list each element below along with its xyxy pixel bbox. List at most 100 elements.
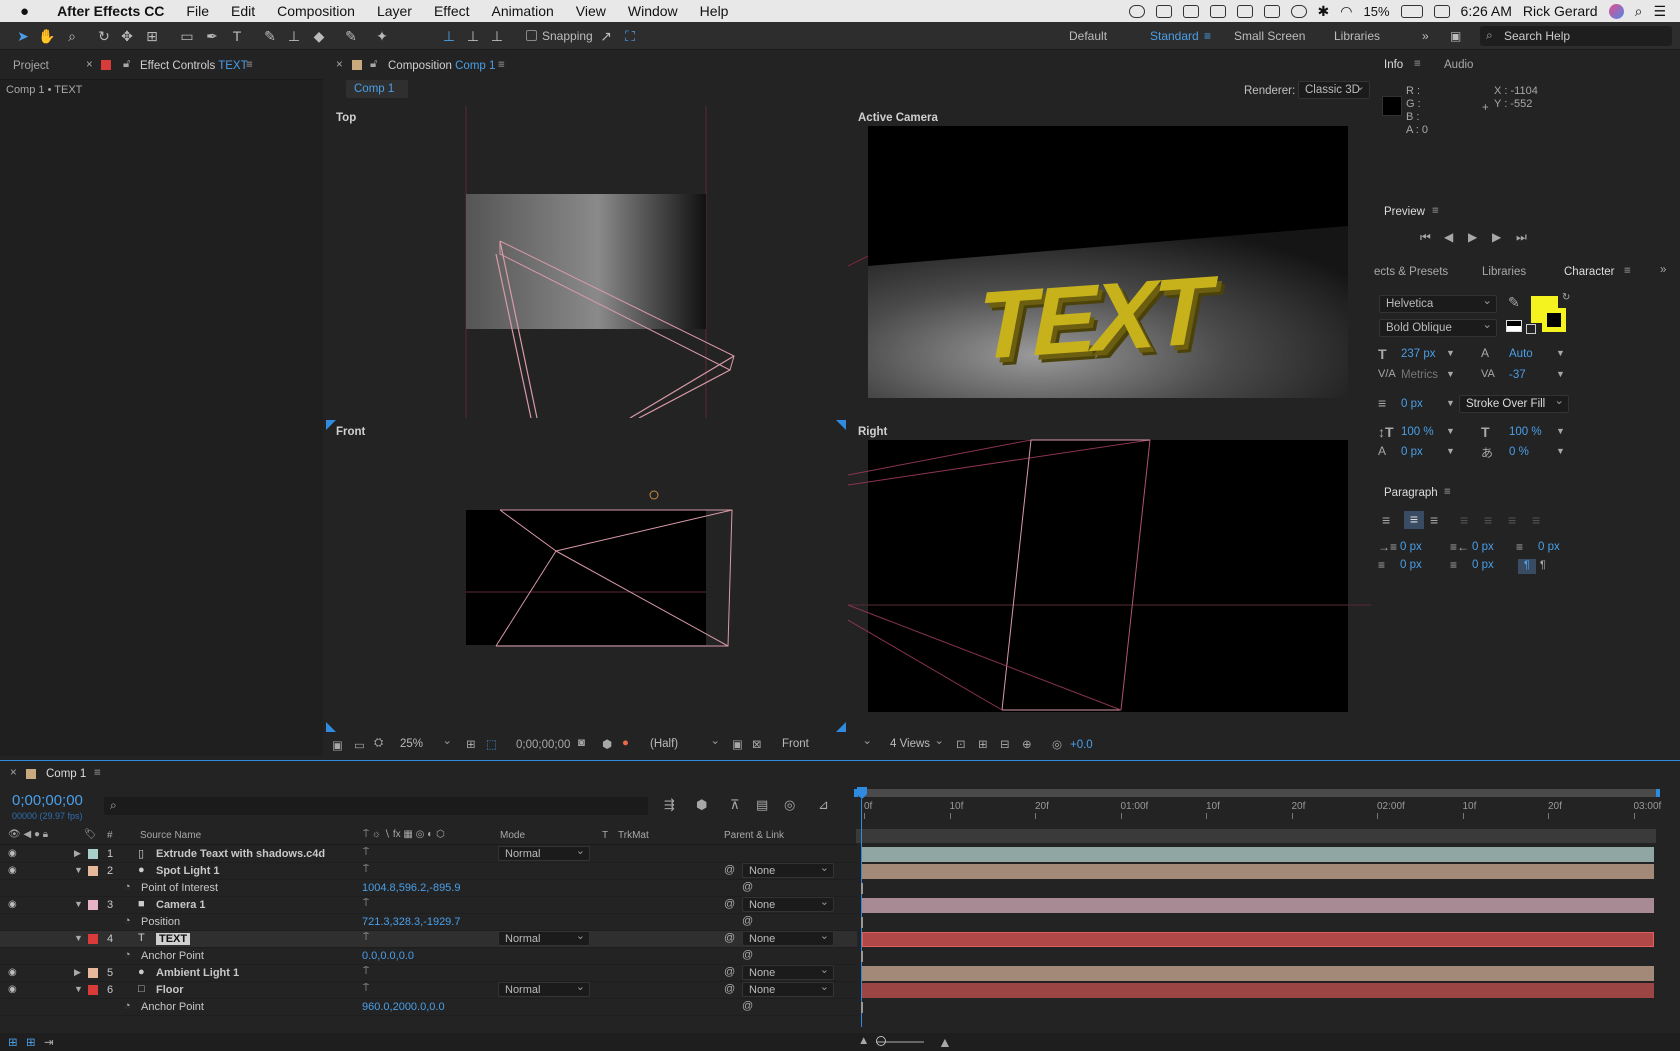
current-time[interactable]: 0;00;00;00 [516, 739, 570, 751]
unified-camera-tool-icon[interactable]: ✥ [118, 27, 136, 45]
play-icon[interactable]: ▶︎ [1468, 230, 1477, 244]
leading-dropdown-icon[interactable]: ▼ [1556, 348, 1565, 358]
panel-menu-icon[interactable]: ≡ [94, 767, 101, 779]
panel-menu-icon[interactable]: ≡ [246, 59, 253, 71]
tracking-dropdown-icon[interactable]: ▼ [1556, 369, 1565, 379]
eye-icon[interactable]: ◉ [8, 967, 17, 978]
keyframe-marker[interactable] [861, 1002, 863, 1013]
sync-settings-icon[interactable]: ▣ [1450, 29, 1461, 43]
baseline-shift-dropdown-icon[interactable]: ▼ [1446, 446, 1455, 456]
work-area-bar[interactable] [854, 789, 1660, 797]
display-icon[interactable] [1263, 4, 1280, 18]
workspace-standard[interactable]: Standard [1150, 29, 1199, 43]
more-workspaces-icon[interactable]: » [1422, 29, 1429, 43]
layer-switches-toggle-icon[interactable]: ⊞ [8, 1035, 18, 1049]
snap-icon[interactable]: ↗ [597, 27, 615, 45]
status-app-icon[interactable] [1182, 4, 1199, 18]
label-color[interactable] [88, 849, 98, 859]
align-left-icon[interactable]: ≡ [1382, 512, 1390, 528]
expand-triangle-icon[interactable]: ▶ [74, 967, 81, 978]
menu-view[interactable]: View [576, 3, 606, 19]
space-after-value[interactable]: 0 px [1472, 559, 1494, 571]
switches[interactable]: ⍑ [363, 898, 369, 909]
label-color[interactable] [88, 866, 98, 876]
status-app-icon[interactable] [1209, 4, 1226, 18]
graph-editor-icon[interactable]: ⊿ [818, 797, 829, 813]
tsume-value[interactable]: 0 % [1509, 446, 1529, 458]
time-navigator[interactable] [856, 829, 1656, 843]
expression-pickwhip-icon[interactable]: @ [742, 881, 753, 893]
clock[interactable]: 6:26 AM [1461, 3, 1512, 19]
layer-duration-bar[interactable] [862, 847, 1654, 862]
layer-row[interactable]: ◉ ▶ 1 ▯ Extrude Teaxt with shadows.c4d ⍑ Norma… [0, 845, 857, 863]
stopwatch-icon[interactable]: ◔ [124, 915, 131, 927]
panel-menu-icon[interactable]: ≡ [1444, 486, 1451, 498]
tab-paragraph[interactable]: Paragraph [1384, 487, 1438, 499]
menu-effect[interactable]: Effect [434, 3, 470, 19]
stroke-color-swatch[interactable] [1542, 308, 1566, 332]
label-color[interactable] [88, 985, 98, 995]
keyframe-marker[interactable] [861, 883, 863, 894]
layer-name[interactable]: Spot Light 1 [156, 865, 220, 877]
tab-project[interactable]: Project [13, 60, 49, 72]
menu-composition[interactable]: Composition [277, 3, 355, 19]
magnification-dropdown[interactable]: 25% [394, 734, 456, 754]
layer-search-input[interactable]: ⌕ [104, 797, 648, 815]
creative-cloud-icon[interactable] [1128, 4, 1145, 18]
tab-character[interactable]: Character [1564, 266, 1615, 278]
tab-effect-controls[interactable]: Effect Controls TEXT [140, 60, 248, 72]
reset-exposure-icon[interactable]: ◎ [1052, 737, 1062, 751]
eye-icon[interactable]: ◉ [8, 899, 17, 910]
font-size-value[interactable]: 237 px [1401, 348, 1436, 360]
workspace-small-screen[interactable]: Small Screen [1234, 29, 1305, 43]
menu-help[interactable]: Help [700, 3, 729, 19]
apple-icon[interactable]: ● [20, 3, 29, 20]
close-icon[interactable]: × [86, 59, 93, 71]
mode-dropdown[interactable]: Normal [498, 981, 590, 997]
last-frame-icon[interactable]: ⏭ [1516, 230, 1527, 245]
timeline-current-time[interactable]: 0;00;00;00 [12, 792, 83, 809]
parent-dropdown[interactable]: None [742, 964, 834, 980]
mode-dropdown[interactable]: Normal [498, 930, 590, 946]
draft-3d-icon[interactable]: ⊞ [978, 737, 988, 751]
close-icon[interactable]: × [336, 59, 343, 71]
in-out-toggle-icon[interactable]: ⇥ [44, 1035, 54, 1049]
tsume-dropdown-icon[interactable]: ▼ [1556, 446, 1565, 456]
vertical-scale-dropdown-icon[interactable]: ▼ [1446, 426, 1455, 436]
layer-duration-bar[interactable] [862, 898, 1654, 913]
transparency-grid-icon[interactable]: ⊠ [752, 737, 762, 751]
channel-icon[interactable]: ● [622, 737, 629, 749]
expand-triangle-icon[interactable]: ▼ [74, 865, 83, 875]
flowchart-icon[interactable]: ⊕ [1022, 737, 1032, 751]
search-help-field[interactable]: ⌕ Search Help [1480, 26, 1672, 46]
tab-info[interactable]: Info [1384, 59, 1403, 71]
layer-duration-bar[interactable] [862, 932, 1654, 947]
layer-name[interactable]: TEXT [156, 933, 191, 945]
indent-first-line-value[interactable]: 0 px [1538, 541, 1560, 553]
swap-colors-icon[interactable]: ↻ [1562, 292, 1570, 303]
monitor-icon[interactable]: ▭ [354, 738, 365, 752]
active-camera-view[interactable]: Active Camera TEXT [848, 106, 1371, 418]
font-style-dropdown[interactable]: Bold Oblique [1379, 318, 1497, 337]
indent-right-value[interactable]: 0 px [1472, 541, 1494, 553]
pan-behind-tool-icon[interactable]: ⊞ [143, 27, 161, 45]
status-app-icon[interactable] [1236, 4, 1253, 18]
title-action-safe-icon[interactable]: ⊞ [466, 737, 476, 751]
always-preview-icon[interactable]: ▣ [332, 738, 343, 752]
frame-blending-icon[interactable]: ▤ [756, 797, 768, 813]
kerning-value[interactable]: Metrics [1401, 369, 1438, 381]
switches[interactable]: ⍑ [363, 966, 369, 977]
no-fill-icon[interactable] [1526, 324, 1536, 334]
pickwhip-icon[interactable]: @ [724, 983, 735, 995]
align-center-icon[interactable]: ≡ [1404, 511, 1424, 529]
justify-last-center-icon[interactable]: ≡ [1484, 512, 1492, 528]
snapping-checkbox[interactable] [526, 30, 537, 41]
stopwatch-icon[interactable]: ◔ [124, 1000, 131, 1012]
tab-preview[interactable]: Preview [1384, 206, 1425, 218]
pickwhip-icon[interactable]: @ [724, 898, 735, 910]
layer-row[interactable]: ◉ ▼ 3 ■ Camera 1 ⍑ @ None [0, 896, 857, 914]
expression-pickwhip-icon[interactable]: @ [742, 949, 753, 961]
property-value[interactable]: 0.0,0.0,0.0 [362, 950, 414, 962]
expression-pickwhip-icon[interactable]: @ [742, 1000, 753, 1012]
front-view[interactable]: Front [326, 420, 846, 732]
